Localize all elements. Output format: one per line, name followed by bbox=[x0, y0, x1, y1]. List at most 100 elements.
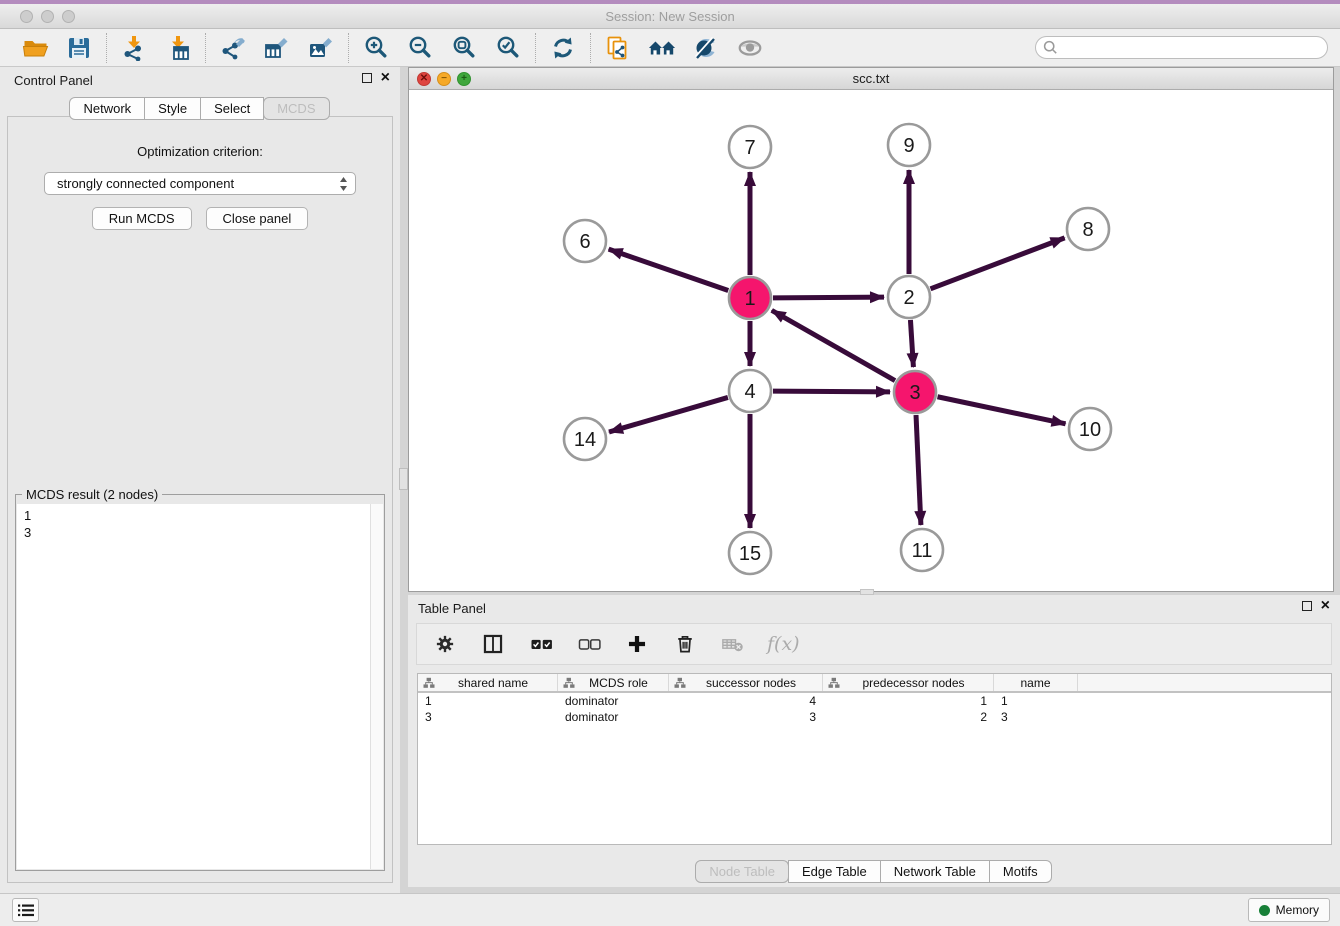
apply-layout-button[interactable] bbox=[549, 34, 577, 62]
plus-icon bbox=[626, 633, 648, 655]
delete-table-button[interactable] bbox=[719, 630, 747, 658]
tab-style[interactable]: Style bbox=[144, 97, 201, 120]
cell-name: 1 bbox=[994, 694, 1078, 708]
graph-edge-1-6[interactable] bbox=[609, 249, 729, 290]
cell-successor-nodes: 3 bbox=[669, 710, 823, 724]
network-graph[interactable]: 7 9 6 8 1 2 4 3 14 10 15 11 bbox=[409, 91, 1333, 592]
column-header-shared-name[interactable]: shared name bbox=[418, 674, 558, 691]
network-canvas[interactable]: 7 9 6 8 1 2 4 3 14 10 15 11 bbox=[409, 91, 1333, 591]
maximize-network-icon[interactable]: + bbox=[457, 72, 471, 86]
select-all-button[interactable] bbox=[527, 630, 555, 658]
criterion-dropdown[interactable]: strongly connected component bbox=[44, 172, 356, 195]
svg-text:10: 10 bbox=[1079, 419, 1101, 441]
float-panel-icon[interactable] bbox=[362, 73, 372, 83]
graph-edge-2-8[interactable] bbox=[931, 238, 1065, 289]
graph-node-3[interactable]: 3 bbox=[894, 371, 936, 413]
search-input[interactable] bbox=[1035, 36, 1328, 59]
graph-edge-3-11[interactable] bbox=[916, 415, 921, 525]
show-hide-annotations-button[interactable] bbox=[692, 34, 720, 62]
tab-mcds[interactable]: MCDS bbox=[263, 97, 329, 120]
attribute-settings-button[interactable] bbox=[431, 630, 459, 658]
check-all-icon bbox=[529, 633, 554, 655]
graph-edge-4-14[interactable] bbox=[609, 397, 728, 432]
graph-node-6[interactable]: 6 bbox=[564, 220, 606, 262]
table-mode-button[interactable] bbox=[479, 630, 507, 658]
export-network-button[interactable] bbox=[219, 34, 247, 62]
column-header-successor-nodes[interactable]: successor nodes bbox=[669, 674, 823, 691]
table-header-row: shared nameMCDS rolesuccessor nodesprede… bbox=[418, 674, 1331, 693]
column-header-mcds-role[interactable]: MCDS role bbox=[558, 674, 669, 691]
export-table-button[interactable] bbox=[263, 34, 291, 62]
graph-node-9[interactable]: 9 bbox=[888, 124, 930, 166]
tab-select[interactable]: Select bbox=[200, 97, 264, 120]
graph-edge-2-3[interactable] bbox=[910, 320, 913, 367]
window-title: Session: New Session bbox=[0, 4, 1340, 29]
columns-icon bbox=[482, 633, 504, 655]
zoom-selected-button[interactable] bbox=[494, 34, 522, 62]
mcds-result-area[interactable]: 13 bbox=[17, 504, 383, 869]
tab-motifs[interactable]: Motifs bbox=[989, 860, 1052, 883]
titlebar: Session: New Session bbox=[0, 4, 1340, 29]
export-image-button[interactable] bbox=[307, 34, 335, 62]
close-window-button[interactable] bbox=[20, 10, 33, 23]
open-session-button[interactable] bbox=[21, 34, 49, 62]
memory-button[interactable]: Memory bbox=[1248, 898, 1330, 922]
graph-node-15[interactable]: 15 bbox=[729, 532, 771, 574]
delete-columns-button[interactable] bbox=[671, 630, 699, 658]
vertical-splitter-handle[interactable] bbox=[399, 468, 408, 490]
close-panel-icon[interactable]: × bbox=[381, 72, 390, 84]
create-column-button[interactable] bbox=[623, 630, 651, 658]
zoom-window-button[interactable] bbox=[62, 10, 75, 23]
graph-edge-1-2[interactable] bbox=[773, 297, 884, 298]
import-network-button[interactable] bbox=[120, 34, 148, 62]
minimize-window-button[interactable] bbox=[41, 10, 54, 23]
table-row[interactable]: 3dominator323 bbox=[418, 709, 1331, 725]
close-panel-button[interactable]: Close panel bbox=[206, 207, 309, 230]
app-window: Session: New Session bbox=[0, 0, 1340, 926]
column-header-predecessor-nodes[interactable]: predecessor nodes bbox=[823, 674, 994, 691]
column-header-name[interactable]: name bbox=[994, 674, 1078, 691]
graph-node-11[interactable]: 11 bbox=[901, 529, 943, 571]
zoom-selected-icon bbox=[495, 35, 521, 61]
tab-edge-table[interactable]: Edge Table bbox=[788, 860, 881, 883]
graph-edge-3-10[interactable] bbox=[938, 397, 1066, 424]
zoom-in-button[interactable] bbox=[362, 34, 390, 62]
cell-shared-name: 3 bbox=[418, 710, 558, 724]
graph-node-7[interactable]: 7 bbox=[729, 126, 771, 168]
window-traffic-lights[interactable] bbox=[20, 10, 75, 23]
graph-node-1[interactable]: 1 bbox=[729, 277, 771, 319]
table-row[interactable]: 1dominator411 bbox=[418, 693, 1331, 709]
search-box bbox=[1035, 36, 1328, 59]
fit-content-icon bbox=[451, 35, 477, 61]
import-table-button[interactable] bbox=[164, 34, 192, 62]
graph-edge-4-3[interactable] bbox=[773, 391, 890, 392]
first-neighbors-button[interactable] bbox=[648, 34, 676, 62]
graph-edge-3-1[interactable] bbox=[772, 310, 895, 380]
graph-node-2[interactable]: 2 bbox=[888, 276, 930, 318]
clone-network-button[interactable] bbox=[604, 34, 632, 62]
fit-content-button[interactable] bbox=[450, 34, 478, 62]
run-mcds-button[interactable]: Run MCDS bbox=[92, 207, 192, 230]
graph-node-8[interactable]: 8 bbox=[1067, 208, 1109, 250]
tab-network-table[interactable]: Network Table bbox=[880, 860, 990, 883]
uncheck-all-icon bbox=[577, 633, 602, 655]
show-hide-graphics-button[interactable] bbox=[736, 34, 764, 62]
graph-node-4[interactable]: 4 bbox=[729, 370, 771, 412]
close-table-panel-icon[interactable]: × bbox=[1321, 600, 1330, 612]
result-scrollbar[interactable] bbox=[370, 504, 383, 869]
memory-status-icon bbox=[1259, 905, 1270, 916]
task-history-button[interactable] bbox=[12, 898, 39, 922]
function-builder-button[interactable]: f(x) bbox=[767, 633, 800, 655]
save-floppy-icon bbox=[66, 35, 92, 61]
close-network-icon[interactable]: ✕ bbox=[417, 72, 431, 86]
graph-node-14[interactable]: 14 bbox=[564, 418, 606, 460]
save-session-button[interactable] bbox=[65, 34, 93, 62]
tab-node-table[interactable]: Node Table bbox=[695, 860, 789, 883]
zoom-out-button[interactable] bbox=[406, 34, 434, 62]
minimize-network-icon[interactable]: − bbox=[437, 72, 451, 86]
tab-network[interactable]: Network bbox=[69, 97, 145, 120]
result-line: 1 bbox=[24, 507, 376, 524]
graph-node-10[interactable]: 10 bbox=[1069, 408, 1111, 450]
deselect-all-button[interactable] bbox=[575, 630, 603, 658]
float-table-panel-icon[interactable] bbox=[1302, 601, 1312, 611]
